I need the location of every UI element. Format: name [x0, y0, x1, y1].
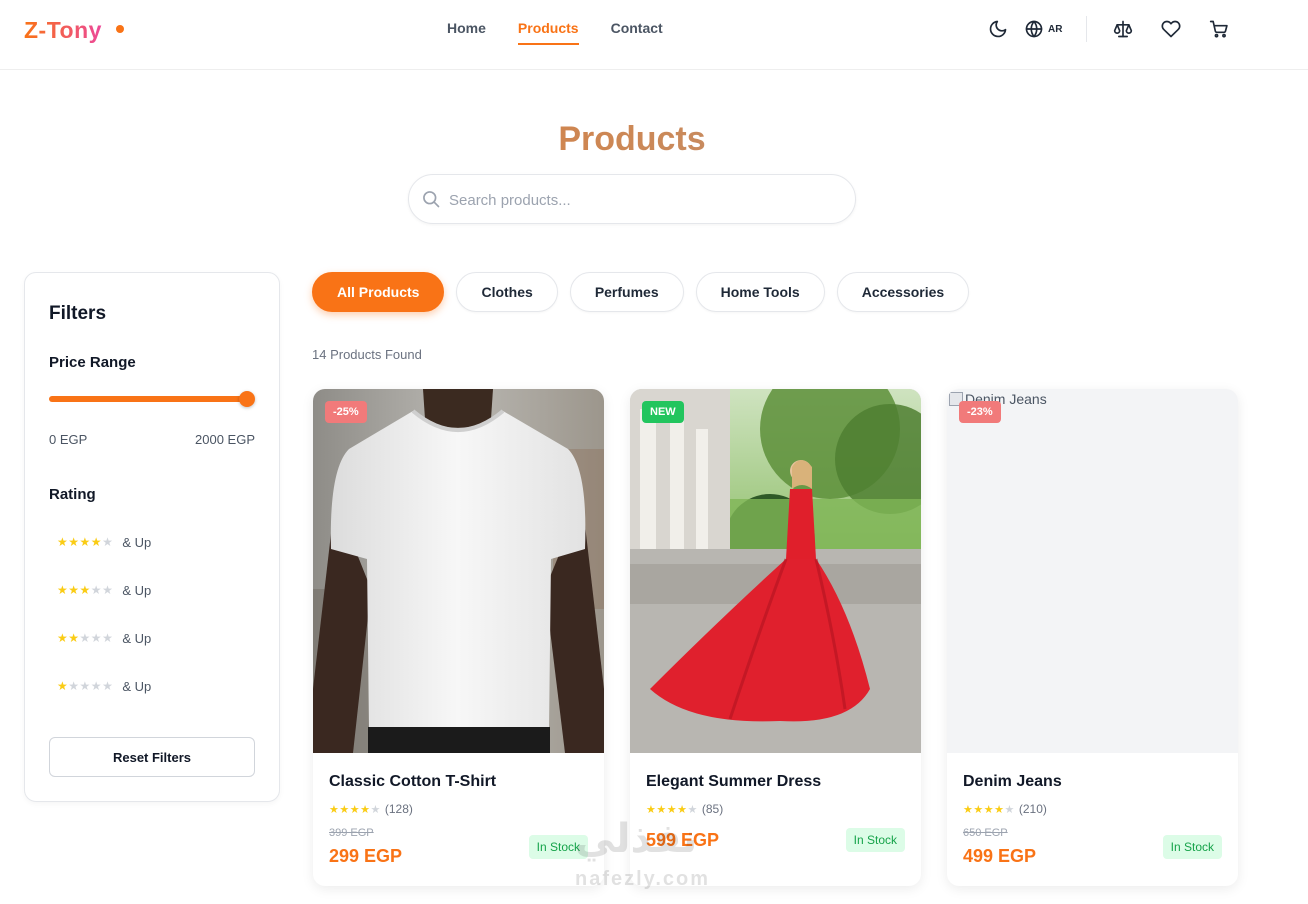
star-rating: ★★★★★ [329, 803, 381, 816]
rating-filter-1[interactable]: ★★★★★ & Up [49, 672, 255, 700]
product-name[interactable]: Classic Cotton T-Shirt [329, 773, 496, 791]
product-image-dress[interactable]: NEW [630, 389, 921, 753]
discount-badge: -25% [325, 401, 367, 423]
review-count: (128) [384, 802, 413, 816]
heart-icon[interactable] [1159, 17, 1183, 41]
product-image-jeans[interactable]: Denim Jeans -23% [947, 389, 1238, 753]
star-rating: ★★★★★ [57, 679, 114, 693]
old-price: 399 EGP [329, 827, 374, 839]
product-card[interactable]: NEW Elegant Summer Dress ★★★★★ (85) 599 … [630, 389, 921, 886]
category-home-tools[interactable]: Home Tools [695, 272, 825, 312]
nav-home[interactable]: Home [447, 20, 486, 45]
discount-badge: -23% [959, 401, 1001, 423]
price-min-label: 0 EGP [49, 432, 88, 447]
price-max-label: 2000 EGP [195, 432, 255, 447]
product-card[interactable]: -25% Classic Cotton T-Shirt ★★★★★ (128) … [313, 389, 604, 886]
star-rating: ★★★★★ [57, 631, 114, 645]
main-nav: Home Products Contact [447, 20, 663, 45]
category-clothes[interactable]: Clothes [456, 272, 558, 312]
category-accessories[interactable]: Accessories [836, 272, 970, 312]
search-input[interactable] [449, 187, 839, 213]
star-rating: ★★★★★ [646, 803, 698, 816]
review-count: (85) [701, 802, 724, 816]
header-divider [1086, 16, 1087, 42]
star-rating: ★★★★★ [963, 803, 1015, 816]
review-count: (210) [1018, 802, 1047, 816]
globe-icon[interactable] [1022, 17, 1046, 41]
new-badge: NEW [642, 401, 684, 423]
search-icon [421, 189, 441, 209]
old-price: 650 EGP [963, 827, 1008, 839]
scale-icon[interactable] [1111, 17, 1135, 41]
category-perfumes[interactable]: Perfumes [569, 272, 684, 312]
rating-filter-4[interactable]: ★★★★★ & Up [49, 528, 255, 556]
stock-badge: In Stock [845, 828, 905, 852]
stock-badge: In Stock [528, 835, 588, 859]
language-toggle[interactable]: AR [1048, 24, 1062, 35]
product-image-tshirt[interactable]: -25% [313, 389, 604, 753]
page-title: Products [0, 120, 1264, 159]
stock-badge: In Stock [1162, 835, 1222, 859]
filters-title: Filters [49, 303, 107, 324]
product-rating: ★★★★★ (85) [646, 802, 723, 816]
product-rating: ★★★★★ (210) [963, 802, 1047, 816]
star-rating: ★★★★★ [57, 583, 114, 597]
price-range-slider[interactable] [49, 396, 249, 402]
nav-contact[interactable]: Contact [611, 20, 663, 45]
price-range-thumb[interactable] [239, 391, 255, 407]
rating-filter-2[interactable]: ★★★★★ & Up [49, 624, 255, 652]
rating-up-label: & Up [122, 630, 152, 646]
product-name[interactable]: Denim Jeans [963, 773, 1062, 791]
cart-icon[interactable] [1207, 17, 1231, 41]
category-pills: All Products Clothes Perfumes Home Tools… [312, 272, 970, 312]
rating-up-label: & Up [122, 678, 152, 694]
search-box[interactable] [408, 174, 856, 224]
product-price: 499 EGP [963, 846, 1037, 866]
results-count: 14 Products Found [312, 347, 422, 362]
rating-up-label: & Up [122, 582, 152, 598]
nav-products[interactable]: Products [517, 20, 579, 45]
reset-filters-button[interactable]: Reset Filters [49, 737, 255, 777]
site-header: Z-Tony Home Products Contact AR [0, 0, 1308, 70]
star-rating: ★★★★★ [57, 535, 114, 549]
filters-panel: Filters Price Range 0 EGP 2000 EGP Ratin… [24, 272, 280, 802]
rating-up-label: & Up [122, 534, 152, 550]
rating-title: Rating [49, 486, 96, 503]
product-price: 599 EGP [646, 830, 720, 850]
product-card[interactable]: Denim Jeans -23% Denim Jeans ★★★★★ (210)… [947, 389, 1238, 886]
rating-filter-3[interactable]: ★★★★★ & Up [49, 576, 255, 604]
product-rating: ★★★★★ (128) [329, 802, 413, 816]
product-price: 299 EGP [329, 846, 403, 866]
category-all-products[interactable]: All Products [312, 272, 445, 312]
logo[interactable]: Z-Tony [24, 17, 102, 44]
moon-icon[interactable] [986, 17, 1010, 41]
price-range-title: Price Range [49, 354, 136, 371]
product-name[interactable]: Elegant Summer Dress [646, 773, 821, 791]
logo-dot [116, 25, 124, 33]
